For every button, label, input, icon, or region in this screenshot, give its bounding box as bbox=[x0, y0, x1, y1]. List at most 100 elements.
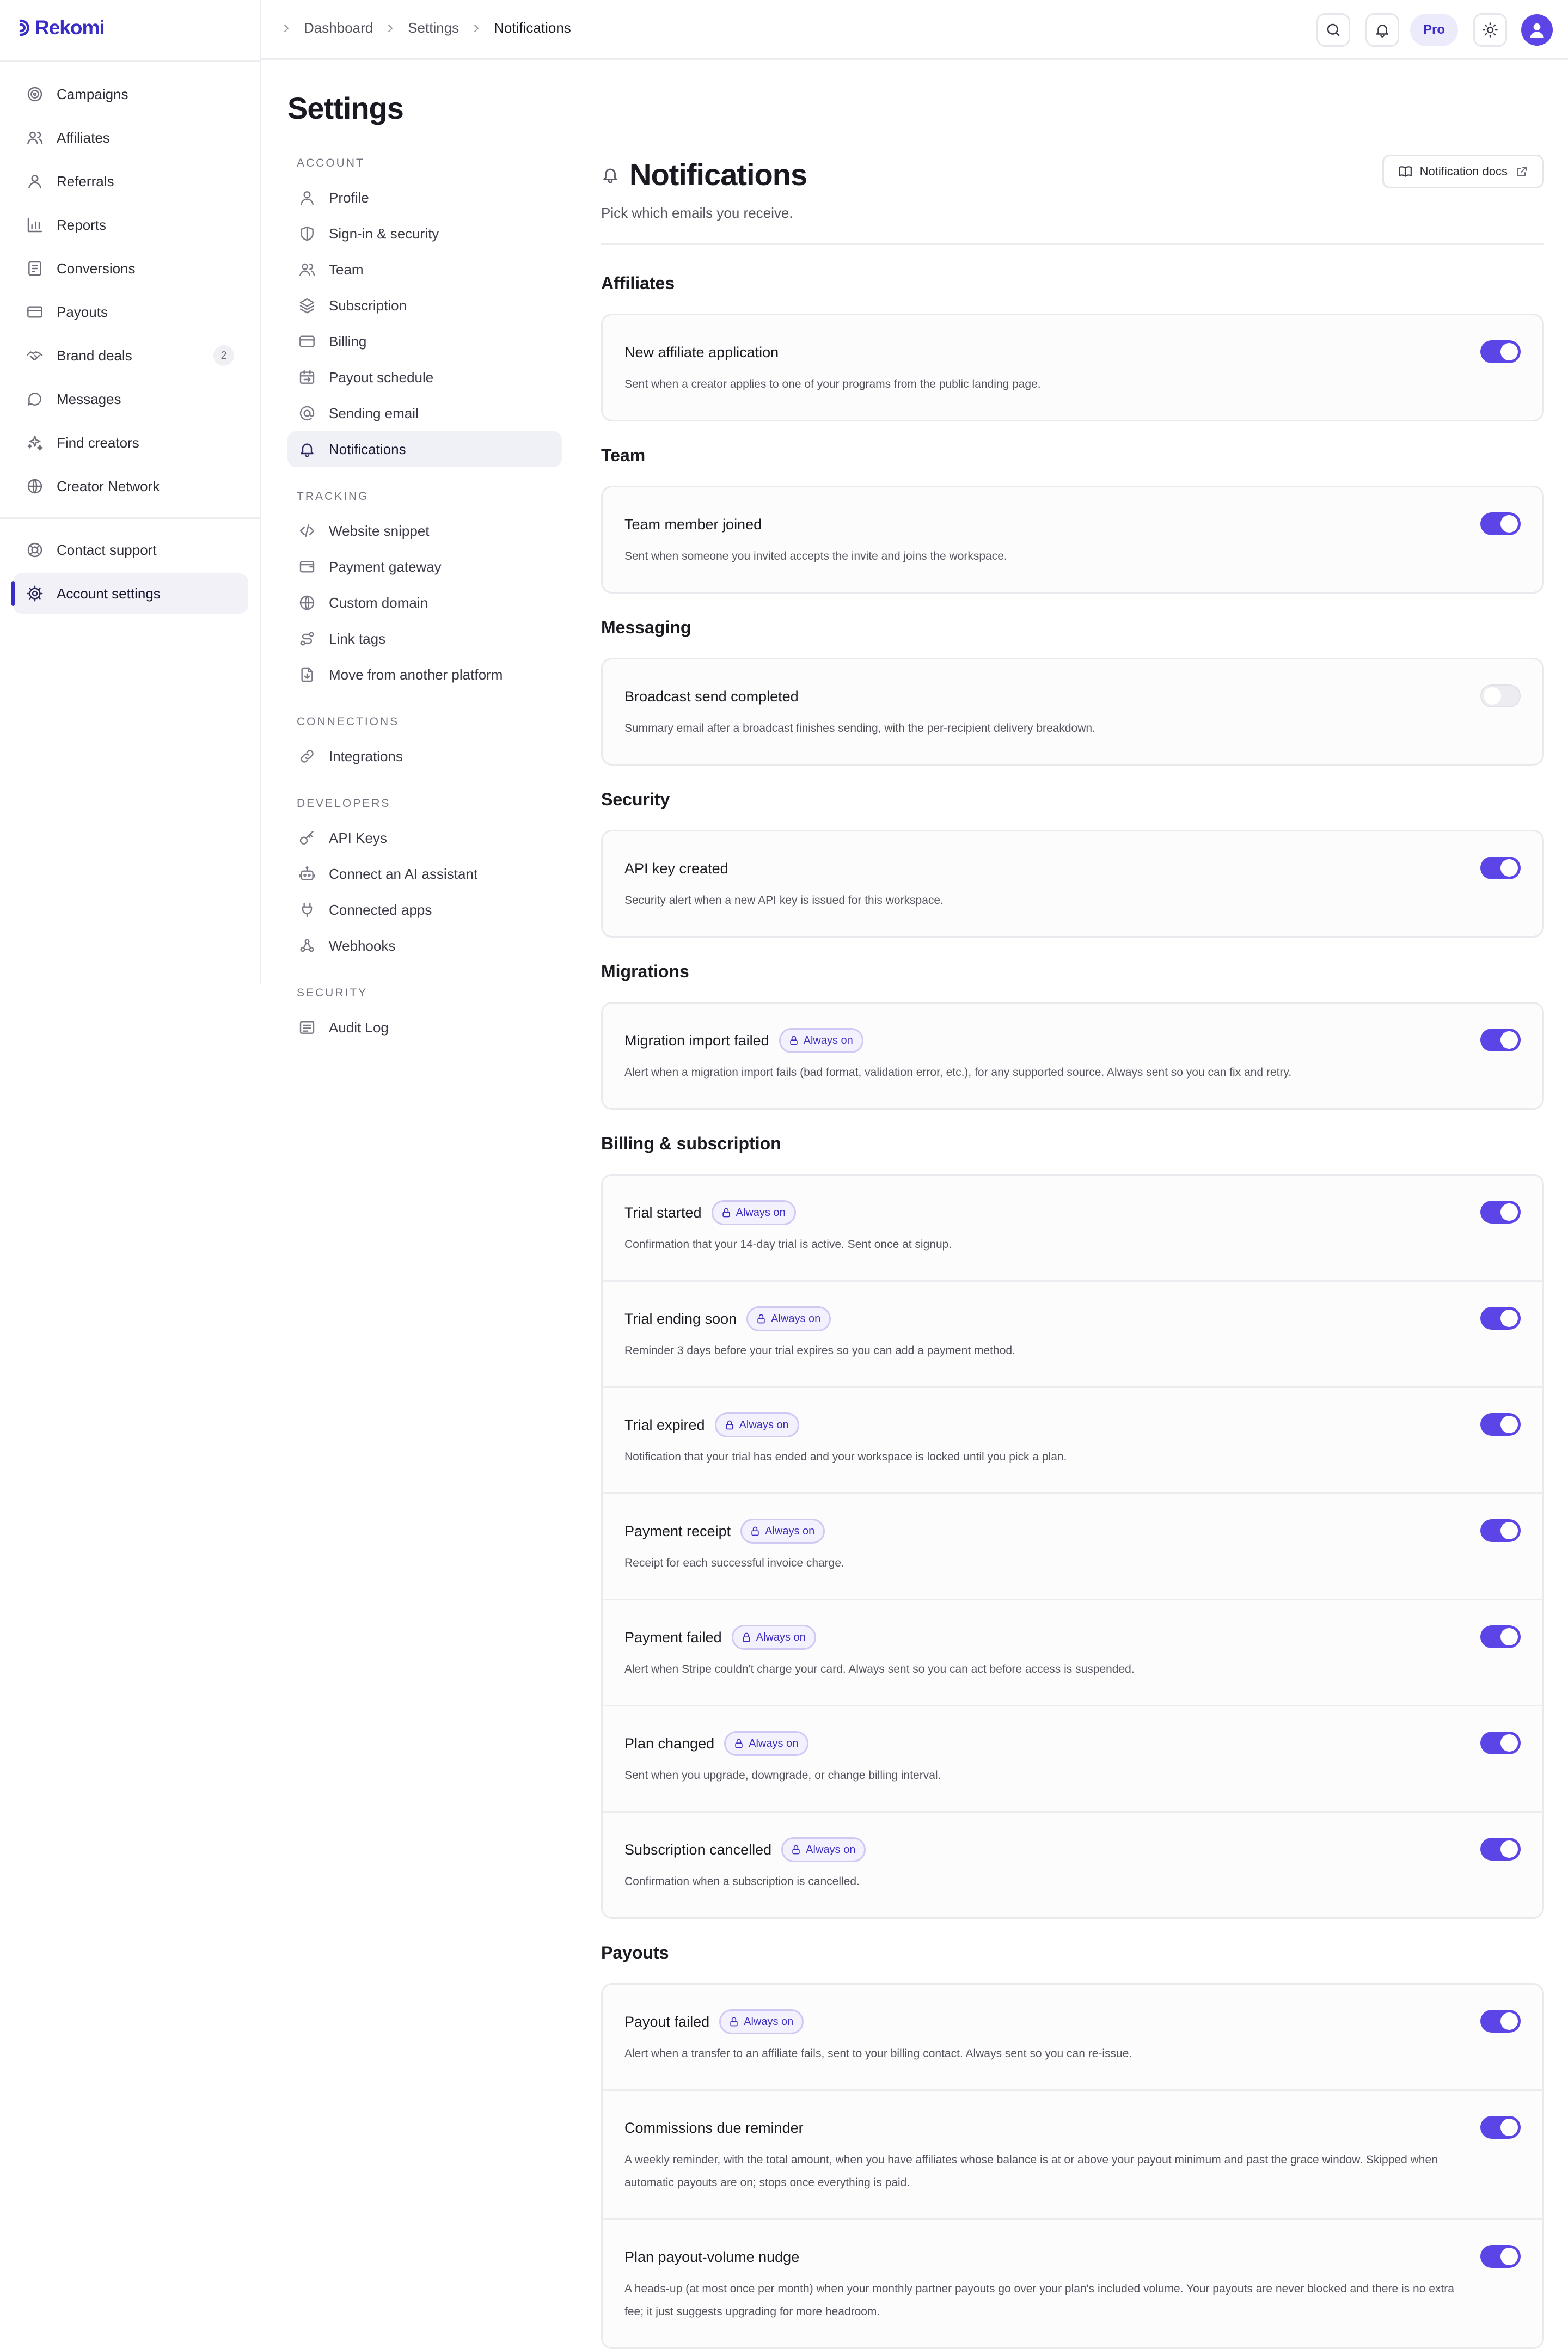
lock-icon bbox=[735, 1739, 743, 1748]
bot-icon bbox=[299, 866, 315, 880]
search-button[interactable] bbox=[1316, 13, 1350, 47]
notification-row-commissions-due-reminder: Commissions due reminder A weekly reminde… bbox=[603, 2089, 1542, 2218]
sidebar-item-referrals[interactable]: Referrals bbox=[13, 161, 248, 201]
settings-item-custom-domain[interactable]: Custom domain bbox=[287, 585, 562, 621]
notification-description: Alert when Stripe couldn't charge your c… bbox=[624, 1663, 1135, 1675]
bell-icon bbox=[1376, 25, 1389, 38]
chevron-right-icon bbox=[388, 24, 393, 32]
notification-toggle[interactable] bbox=[1480, 2116, 1521, 2139]
credit-card-icon bbox=[299, 335, 315, 347]
notification-toggle[interactable] bbox=[1480, 684, 1521, 707]
brand-logo[interactable]: Rekomi bbox=[19, 16, 105, 39]
settings-item-team[interactable]: Team bbox=[287, 252, 562, 287]
settings-item-connect-an-ai-assistant[interactable]: Connect an AI assistant bbox=[287, 856, 562, 892]
notification-toggle bbox=[1480, 1838, 1521, 1861]
sidebar-item-label: Find creators bbox=[57, 434, 139, 451]
settings-item-subscription[interactable]: Subscription bbox=[287, 287, 562, 323]
link-icon bbox=[301, 750, 314, 763]
settings-item-sending-email[interactable]: Sending email bbox=[287, 395, 562, 431]
notification-toggle[interactable] bbox=[1480, 512, 1521, 535]
settings-item-profile[interactable]: Profile bbox=[287, 180, 562, 216]
settings-item-move-from-another-platform[interactable]: Move from another platform bbox=[287, 657, 562, 693]
sidebar-item-label: Messages bbox=[57, 390, 121, 407]
chevron-right-icon bbox=[474, 24, 479, 32]
settings-item-label: Webhooks bbox=[329, 937, 396, 954]
settings-item-payment-gateway[interactable]: Payment gateway bbox=[287, 549, 562, 585]
notification-toggle[interactable] bbox=[1480, 857, 1521, 879]
main-nav: Campaigns Affiliates Referrals Reports Conve… bbox=[0, 74, 261, 617]
chevron-right-icon bbox=[284, 24, 289, 32]
notification-toggle[interactable] bbox=[1480, 340, 1521, 363]
page-title: Settings bbox=[287, 91, 404, 125]
notification-sections: Affiliates New affiliate application Sent … bbox=[601, 273, 1544, 2349]
route-icon bbox=[300, 632, 314, 646]
sidebar-item-brand-deals[interactable]: Brand deals 2 bbox=[13, 335, 248, 376]
always-on-label: Always on bbox=[744, 2015, 794, 2028]
theme-toggle-button[interactable] bbox=[1473, 13, 1507, 47]
notification-row-payment-receipt: Payment receipt Always on Receipt for each… bbox=[603, 1492, 1542, 1599]
sidebar-item-account-settings[interactable]: Account settings bbox=[11, 573, 248, 614]
avatar[interactable] bbox=[1521, 14, 1553, 46]
notification-description: Alert when a migration import fails (bad… bbox=[624, 1066, 1292, 1079]
sidebar-item-find-creators[interactable]: Find creators bbox=[13, 423, 248, 463]
settings-item-notifications[interactable]: Notifications bbox=[287, 431, 562, 467]
sidebar-item-conversions[interactable]: Conversions bbox=[13, 248, 248, 289]
section-messaging: Messaging Broadcast send completed Summary… bbox=[601, 617, 1544, 766]
notification-toggle[interactable] bbox=[1480, 2245, 1521, 2268]
sidebar-item-label: Referrals bbox=[57, 173, 114, 189]
settings-item-sign-in-and-security[interactable]: Sign-in & security bbox=[287, 216, 562, 252]
sidebar-item-contact-support[interactable]: Contact support bbox=[13, 530, 248, 570]
notification-title-wrap: Commissions due reminder bbox=[624, 2117, 1521, 2139]
sidebar-item-payouts[interactable]: Payouts bbox=[13, 292, 248, 332]
panel-title: Notifications bbox=[629, 157, 807, 192]
settings-item-audit-log[interactable]: Audit Log bbox=[287, 1010, 562, 1045]
breadcrumb-settings[interactable]: Settings bbox=[408, 20, 459, 36]
notification-title: Plan changed bbox=[624, 1735, 715, 1752]
sidebar-item-creator-network[interactable]: Creator Network bbox=[13, 466, 248, 506]
settings-item-integrations[interactable]: Integrations bbox=[287, 738, 562, 774]
always-on-label: Always on bbox=[806, 1843, 856, 1856]
sidebar-item-campaigns[interactable]: Campaigns bbox=[13, 74, 248, 114]
settings-item-label: Subscription bbox=[329, 297, 407, 314]
sidebar-item-reports[interactable]: Reports bbox=[13, 205, 248, 245]
settings-item-link-tags[interactable]: Link tags bbox=[287, 621, 562, 657]
sidebar-item-messages[interactable]: Messages bbox=[13, 379, 248, 419]
always-on-label: Always on bbox=[756, 1631, 806, 1643]
receipt-icon bbox=[28, 261, 41, 276]
settings-item-label: API Keys bbox=[329, 829, 387, 846]
notification-title: Payout failed bbox=[624, 2013, 710, 2030]
breadcrumb-dashboard[interactable]: Dashboard bbox=[304, 20, 373, 36]
settings-item-api-keys[interactable]: API Keys bbox=[287, 820, 562, 856]
globe-icon bbox=[299, 595, 315, 610]
notification-title-wrap: Broadcast send completed bbox=[624, 686, 1521, 707]
section-payouts: Payouts Payout failed Always on Alert when … bbox=[601, 1943, 1544, 2349]
notification-title-wrap: Trial ending soon Always on bbox=[624, 1306, 1521, 1331]
lock-icon bbox=[757, 1314, 765, 1324]
notification-title-wrap: Migration import failed Always on bbox=[624, 1028, 1521, 1053]
notification-docs-button[interactable]: Notification docs bbox=[1382, 155, 1544, 188]
notification-title-wrap: Team member joined bbox=[624, 513, 1521, 535]
panel-subtitle: Pick which emails you receive. bbox=[601, 205, 793, 221]
settings-group-label: SECURITY bbox=[297, 987, 368, 999]
settings-item-website-snippet[interactable]: Website snippet bbox=[287, 513, 562, 549]
settings-item-label: Connected apps bbox=[329, 901, 432, 918]
user-avatar-icon bbox=[1530, 23, 1544, 38]
settings-item-label: Audit Log bbox=[329, 1019, 389, 1036]
settings-item-payout-schedule[interactable]: Payout schedule bbox=[287, 359, 562, 395]
settings-item-webhooks[interactable]: Webhooks bbox=[287, 928, 562, 964]
settings-item-connected-apps[interactable]: Connected apps bbox=[287, 892, 562, 928]
search-icon bbox=[1327, 23, 1340, 36]
settings-item-billing[interactable]: Billing bbox=[287, 323, 562, 359]
sidebar-item-affiliates[interactable]: Affiliates bbox=[13, 118, 248, 158]
nav-gap bbox=[287, 467, 562, 482]
users-icon bbox=[299, 263, 315, 276]
settings-item-label: Payment gateway bbox=[329, 558, 442, 575]
notifications-button[interactable] bbox=[1365, 13, 1399, 47]
notification-description: Security alert when a new API key is iss… bbox=[624, 894, 944, 907]
top-bar: Dashboard Settings Notifications Pro bbox=[261, 0, 1568, 60]
notification-description: Confirmation that your 14-day trial is a… bbox=[624, 1238, 952, 1251]
section-security: Security API key created Security alert wh… bbox=[601, 790, 1544, 938]
plan-badge[interactable]: Pro bbox=[1410, 14, 1458, 46]
notification-description: A heads-up (at most once per month) when… bbox=[624, 2283, 1454, 2318]
settings-group-label: TRACKING bbox=[297, 490, 369, 503]
